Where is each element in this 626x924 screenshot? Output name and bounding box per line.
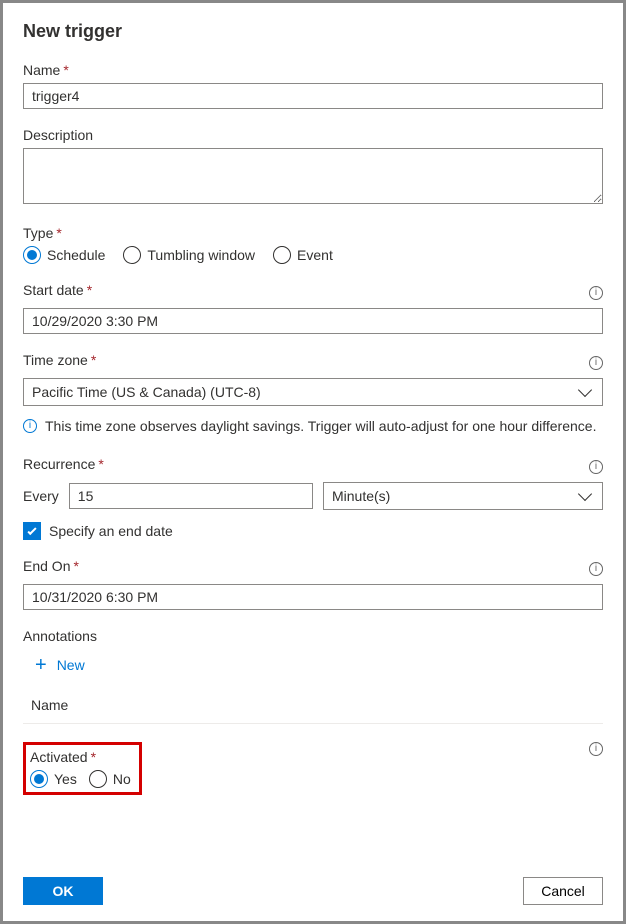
- info-icon[interactable]: i: [589, 286, 603, 300]
- activated-radio-no[interactable]: No: [89, 770, 131, 788]
- type-radio-tumbling[interactable]: Tumbling window: [123, 246, 255, 264]
- start-date-label: Start date*: [23, 282, 92, 298]
- end-on-input[interactable]: [23, 584, 603, 610]
- every-label: Every: [23, 488, 59, 504]
- annotations-new-button[interactable]: + New: [23, 649, 603, 687]
- chevron-down-icon: [578, 487, 592, 501]
- recurrence-value-input[interactable]: [69, 483, 313, 509]
- annotations-column-header: Name: [23, 687, 603, 724]
- info-icon[interactable]: i: [589, 742, 603, 756]
- name-input[interactable]: [23, 83, 603, 109]
- info-icon: i: [23, 419, 37, 433]
- start-date-input[interactable]: [23, 308, 603, 334]
- info-icon[interactable]: i: [589, 356, 603, 370]
- cancel-button[interactable]: Cancel: [523, 877, 603, 905]
- recurrence-unit-select[interactable]: Minute(s): [323, 482, 603, 510]
- plus-icon: +: [35, 655, 47, 675]
- timezone-help: i This time zone observes daylight savin…: [23, 418, 603, 434]
- type-radio-event[interactable]: Event: [273, 246, 333, 264]
- timezone-select[interactable]: Pacific Time (US & Canada) (UTC-8): [23, 378, 603, 406]
- type-label: Type*: [23, 225, 603, 241]
- footer: OK Cancel: [3, 865, 623, 921]
- type-radio-schedule[interactable]: Schedule: [23, 246, 105, 264]
- annotations-label: Annotations: [23, 628, 603, 644]
- specify-end-checkbox[interactable]: [23, 522, 41, 540]
- activated-highlight: Activated* Yes No: [23, 742, 142, 795]
- name-label: Name*: [23, 62, 603, 78]
- ok-button[interactable]: OK: [23, 877, 103, 905]
- description-label: Description: [23, 127, 603, 143]
- recurrence-label: Recurrence*: [23, 456, 104, 472]
- description-input[interactable]: [23, 148, 603, 204]
- panel-title: New trigger: [23, 21, 603, 42]
- timezone-label: Time zone*: [23, 352, 96, 368]
- info-icon[interactable]: i: [589, 562, 603, 576]
- chevron-down-icon: [578, 383, 592, 397]
- specify-end-label: Specify an end date: [49, 523, 173, 539]
- activated-label: Activated*: [30, 749, 131, 765]
- end-on-label: End On*: [23, 558, 79, 574]
- check-icon: [27, 525, 36, 534]
- activated-radio-yes[interactable]: Yes: [30, 770, 77, 788]
- info-icon[interactable]: i: [589, 460, 603, 474]
